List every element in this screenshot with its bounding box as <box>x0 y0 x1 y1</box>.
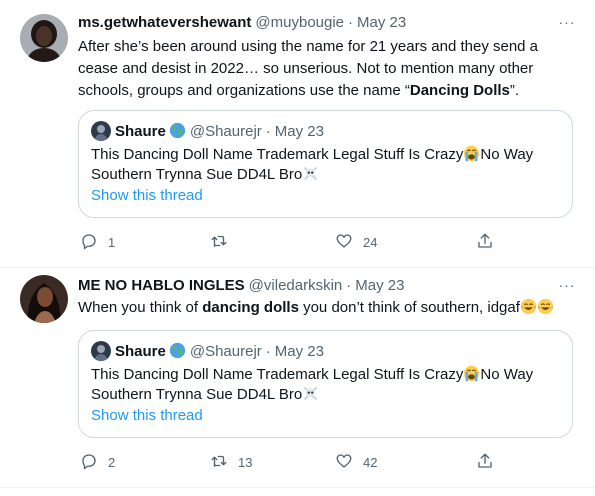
reply-count: 1 <box>108 234 116 250</box>
tweet-header: ms.getwhatevershewant @muybougie · May 2… <box>78 12 406 32</box>
tweet-text: When you think of dancing dolls you don’… <box>78 297 578 319</box>
earth-globe-emoji-icon <box>169 342 186 360</box>
like-count: 24 <box>363 234 378 250</box>
timestamp[interactable]: May 23 <box>357 14 406 31</box>
tweet-text-part: When you think of <box>78 299 203 316</box>
tweet-text-bold: Dancing Dolls <box>409 82 510 99</box>
more-options-button[interactable]: ··· <box>557 275 577 295</box>
quoted-user-handle: @Shaurejr <box>189 342 262 360</box>
like-icon <box>335 232 353 253</box>
quoted-text-line: No Way <box>480 146 534 163</box>
like-button[interactable]: 42 <box>335 451 377 473</box>
avatar <box>91 341 111 361</box>
quoted-text-line: Southern Trynna Sue DD4L Bro <box>91 386 303 403</box>
show-thread-link[interactable]: Show this thread <box>91 407 203 424</box>
crying-face-emoji-icon <box>463 145 480 163</box>
reply-button[interactable]: 1 <box>80 231 115 253</box>
avatar[interactable] <box>20 14 68 62</box>
retweet-icon <box>210 452 228 473</box>
separator: · <box>265 342 271 360</box>
avatar <box>91 121 111 141</box>
quoted-timestamp: May 23 <box>274 342 324 360</box>
reply-icon <box>80 452 98 473</box>
timestamp[interactable]: May 23 <box>355 277 404 294</box>
tweet-text-part: ”. <box>509 82 520 99</box>
tweet-actions: 1 24 <box>78 231 578 253</box>
quoted-tweet-text: This Dancing Doll Name Trademark Legal S… <box>91 145 561 185</box>
quoted-tweet[interactable]: Shaure @Shaurejr · May 23 This Dancing D… <box>78 110 573 218</box>
quoted-timestamp: May 23 <box>274 122 324 140</box>
user-handle[interactable]: @viledarkskin <box>249 277 343 294</box>
user-handle[interactable]: @muybougie <box>255 14 344 31</box>
quoted-text-line: Southern Trynna Sue DD4L Bro <box>91 166 303 183</box>
reply-icon <box>80 232 98 253</box>
tweet-text-part: you don’t think of southern, idgaf <box>298 299 520 316</box>
tweet-text-bold: dancing dolls <box>202 299 299 316</box>
tweet-text: After she’s been around using the name f… <box>78 36 578 102</box>
retweet-icon <box>210 232 228 253</box>
retweet-button[interactable] <box>210 231 238 253</box>
display-name[interactable]: ME NO HABLO INGLES <box>78 277 245 294</box>
retweet-count: 13 <box>238 454 253 470</box>
share-button[interactable] <box>476 451 494 473</box>
display-name[interactable]: ms.getwhatevershewant <box>78 14 251 31</box>
quoted-tweet-header: Shaure @Shaurejr · May 23 <box>91 121 324 141</box>
like-icon <box>335 452 353 473</box>
skull-crossbones-emoji-icon <box>302 166 319 183</box>
like-button[interactable]: 24 <box>335 231 377 253</box>
quoted-text-line: No Way <box>480 366 534 383</box>
reply-button[interactable]: 2 <box>80 451 115 473</box>
share-icon <box>476 452 494 473</box>
more-options-button[interactable]: ··· <box>557 12 577 32</box>
skull-crossbones-emoji-icon <box>302 386 319 403</box>
tweet[interactable]: ME NO HABLO INGLES @viledarkskin · May 2… <box>0 268 595 488</box>
quoted-display-name: Shaure <box>115 342 166 360</box>
tweet-header: ME NO HABLO INGLES @viledarkskin · May 2… <box>78 275 404 295</box>
tears-of-joy-emoji-icon <box>520 298 554 316</box>
avatar[interactable] <box>20 275 68 323</box>
separator: · <box>348 13 354 31</box>
reply-count: 2 <box>108 454 116 470</box>
like-count: 42 <box>363 454 378 470</box>
earth-globe-emoji-icon <box>169 122 186 140</box>
crying-face-emoji-icon <box>463 365 480 383</box>
separator: · <box>346 276 352 294</box>
quoted-user-handle: @Shaurejr <box>189 122 262 140</box>
tweet[interactable]: ms.getwhatevershewant @muybougie · May 2… <box>0 0 595 268</box>
show-thread-link[interactable]: Show this thread <box>91 187 203 204</box>
retweet-button[interactable]: 13 <box>210 451 252 473</box>
quoted-tweet-text: This Dancing Doll Name Trademark Legal S… <box>91 365 561 405</box>
quoted-tweet-header: Shaure @Shaurejr · May 23 <box>91 341 324 361</box>
share-icon <box>476 232 494 253</box>
share-button[interactable] <box>476 231 494 253</box>
quoted-tweet[interactable]: Shaure @Shaurejr · May 23 This Dancing D… <box>78 330 573 438</box>
quoted-display-name: Shaure <box>115 122 166 140</box>
separator: · <box>265 122 271 140</box>
tweet-actions: 2 13 42 <box>78 451 578 473</box>
quoted-text-line: This Dancing Doll Name Trademark Legal S… <box>91 146 464 163</box>
quoted-text-line: This Dancing Doll Name Trademark Legal S… <box>91 366 464 383</box>
